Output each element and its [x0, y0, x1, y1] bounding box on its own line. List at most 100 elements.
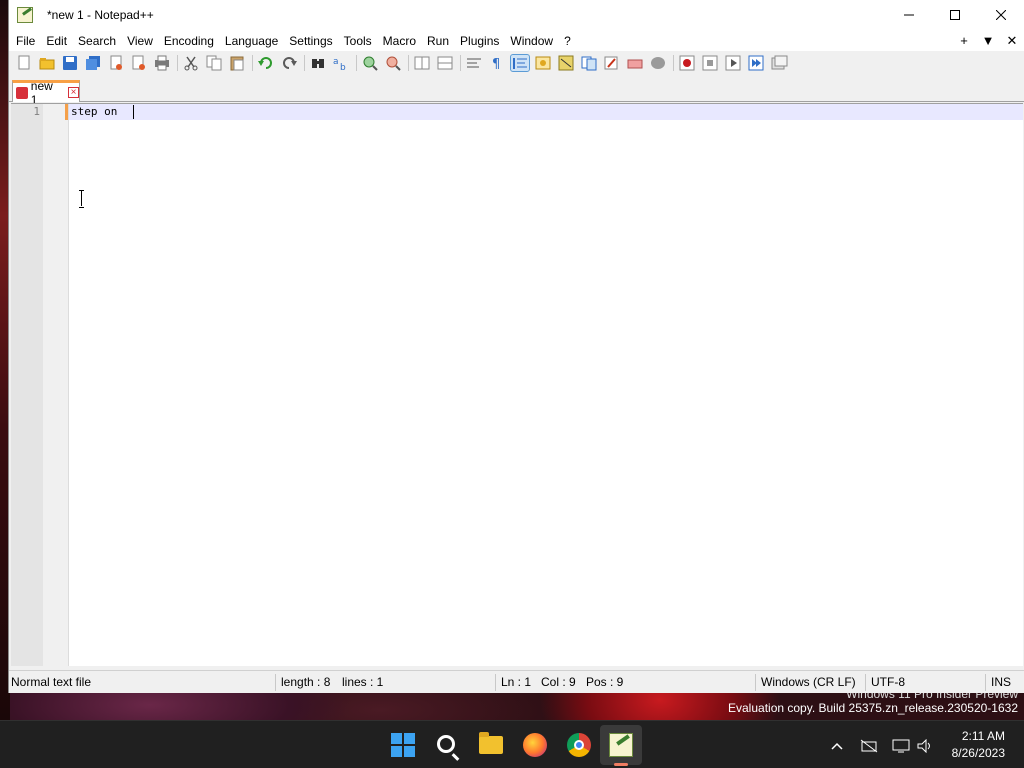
- close-button[interactable]: [978, 0, 1024, 30]
- menu-view[interactable]: View: [122, 34, 158, 48]
- window-title: *new 1 - Notepad++: [47, 8, 154, 22]
- start-button-icon[interactable]: [391, 733, 415, 757]
- tab-new-1[interactable]: new 1 ×: [12, 79, 80, 107]
- volume-icon[interactable]: [914, 721, 936, 768]
- print-icon[interactable]: [153, 54, 178, 71]
- run-macro-multiple-icon[interactable]: [747, 55, 765, 71]
- watermark-build: Evaluation copy. Build 25375.zn_release.…: [728, 701, 1018, 715]
- firefox-icon[interactable]: [523, 733, 547, 757]
- stop-recording-icon[interactable]: [701, 55, 719, 71]
- new-file-icon[interactable]: [15, 55, 33, 71]
- unsaved-file-icon: [16, 86, 28, 99]
- redo-icon[interactable]: [280, 54, 305, 71]
- folder-as-workspace-icon[interactable]: [603, 55, 621, 71]
- show-hidden-icons-chevron-icon[interactable]: [828, 721, 846, 768]
- undo-icon[interactable]: [257, 55, 275, 71]
- status-position[interactable]: Pos : 9: [584, 671, 623, 694]
- clock-time: 2:11 AM: [961, 729, 1005, 743]
- status-insert-mode[interactable]: INS: [989, 671, 1011, 694]
- display-icon[interactable]: [890, 721, 912, 768]
- zoom-out-icon[interactable]: [384, 54, 409, 71]
- maximize-icon: [950, 10, 960, 20]
- find-icon[interactable]: [309, 55, 327, 71]
- editor-area[interactable]: 1 step on: [11, 103, 1023, 666]
- taskbar-search-icon[interactable]: [437, 735, 455, 753]
- status-lines: lines : 1: [342, 675, 384, 689]
- monitoring-icon[interactable]: [626, 55, 644, 71]
- toolbar: ab ¶: [9, 51, 1024, 74]
- sync-vertical-scroll-icon[interactable]: [413, 55, 431, 71]
- status-divider: [495, 674, 496, 691]
- status-column[interactable]: Col : 9: [539, 671, 576, 694]
- chrome-icon[interactable]: [567, 733, 591, 757]
- menu-macro[interactable]: Macro: [378, 34, 421, 48]
- menu-edit[interactable]: Edit: [41, 34, 72, 48]
- status-divider: [985, 674, 986, 691]
- fold-margin[interactable]: [43, 104, 69, 666]
- svg-text:¶: ¶: [492, 57, 500, 71]
- close-file-icon[interactable]: [107, 55, 125, 71]
- window-controls: [886, 0, 1024, 30]
- text-caret: [133, 105, 134, 119]
- close-all-icon[interactable]: [130, 55, 148, 71]
- save-all-icon[interactable]: [84, 55, 102, 71]
- system-clock[interactable]: 2:11 AM 8/26/2023: [952, 728, 1005, 762]
- line-number-margin: [11, 104, 43, 666]
- playback-macro-icon[interactable]: [724, 55, 742, 71]
- status-divider: [865, 674, 866, 691]
- network-icon[interactable]: [858, 721, 880, 768]
- user-defined-language-icon[interactable]: [534, 55, 552, 71]
- tab-list-dropdown-icon[interactable]: ▼: [976, 33, 1000, 48]
- menu-file[interactable]: File: [11, 34, 40, 48]
- zoom-in-icon[interactable]: [361, 55, 379, 71]
- close-document-icon[interactable]: ✕: [1000, 33, 1024, 49]
- copy-icon[interactable]: [205, 55, 223, 71]
- menu-tools[interactable]: Tools: [339, 34, 377, 48]
- status-eol[interactable]: Windows (CR LF): [759, 671, 856, 694]
- menu-run[interactable]: Run: [422, 34, 454, 48]
- menu-search[interactable]: Search: [73, 34, 121, 48]
- minimize-icon: [904, 14, 914, 16]
- record-macro-icon[interactable]: [678, 55, 696, 71]
- paste-icon[interactable]: [228, 54, 253, 71]
- title-bar[interactable]: *new 1 - Notepad++: [9, 0, 1024, 30]
- menu-window[interactable]: Window: [505, 34, 558, 48]
- notepadpp-taskbar-icon[interactable]: [609, 733, 633, 757]
- open-file-icon[interactable]: [38, 55, 56, 71]
- menu-encoding[interactable]: Encoding: [159, 34, 219, 48]
- cut-icon[interactable]: [182, 55, 200, 71]
- save-macro-icon[interactable]: [770, 55, 788, 71]
- file-explorer-icon[interactable]: [479, 732, 503, 754]
- document-map-icon[interactable]: [557, 55, 575, 71]
- sync-horizontal-scroll-icon[interactable]: [436, 54, 461, 71]
- panel-icon[interactable]: [649, 54, 674, 71]
- change-history-marker: [65, 104, 68, 120]
- status-bar: Normal text file length : 8 lines : 1 Ln…: [9, 670, 1024, 693]
- active-app-indicator: [614, 763, 628, 766]
- replace-icon[interactable]: ab: [332, 54, 357, 73]
- menu-bar: File Edit Search View Encoding Language …: [9, 30, 1024, 51]
- new-tab-icon[interactable]: +: [952, 33, 976, 48]
- notepadpp-app-icon[interactable]: [17, 7, 33, 23]
- ibeam-cursor-icon: [79, 190, 85, 208]
- save-icon[interactable]: [61, 55, 79, 71]
- minimize-button[interactable]: [886, 0, 932, 30]
- tab-close-icon[interactable]: ×: [68, 87, 79, 98]
- indent-guide-icon[interactable]: [510, 53, 530, 72]
- menu-right-controls: + ▼ ✕: [952, 30, 1024, 51]
- show-all-characters-icon[interactable]: ¶: [488, 55, 506, 72]
- menu-help[interactable]: ?: [559, 34, 576, 48]
- current-line-highlight: [69, 104, 1023, 120]
- function-list-icon[interactable]: [580, 55, 598, 71]
- editor-line[interactable]: step on: [71, 104, 124, 120]
- status-line-number[interactable]: Ln : 1: [499, 671, 531, 694]
- clock-date: 8/26/2023: [951, 746, 1005, 760]
- status-length: length : 8: [281, 675, 331, 689]
- menu-language[interactable]: Language: [220, 34, 283, 48]
- menu-plugins[interactable]: Plugins: [455, 34, 504, 48]
- tab-bar: new 1 ×: [9, 74, 1024, 107]
- status-encoding[interactable]: UTF-8: [869, 671, 905, 694]
- maximize-button[interactable]: [932, 0, 978, 30]
- word-wrap-icon[interactable]: [465, 55, 483, 71]
- menu-settings[interactable]: Settings: [284, 34, 337, 48]
